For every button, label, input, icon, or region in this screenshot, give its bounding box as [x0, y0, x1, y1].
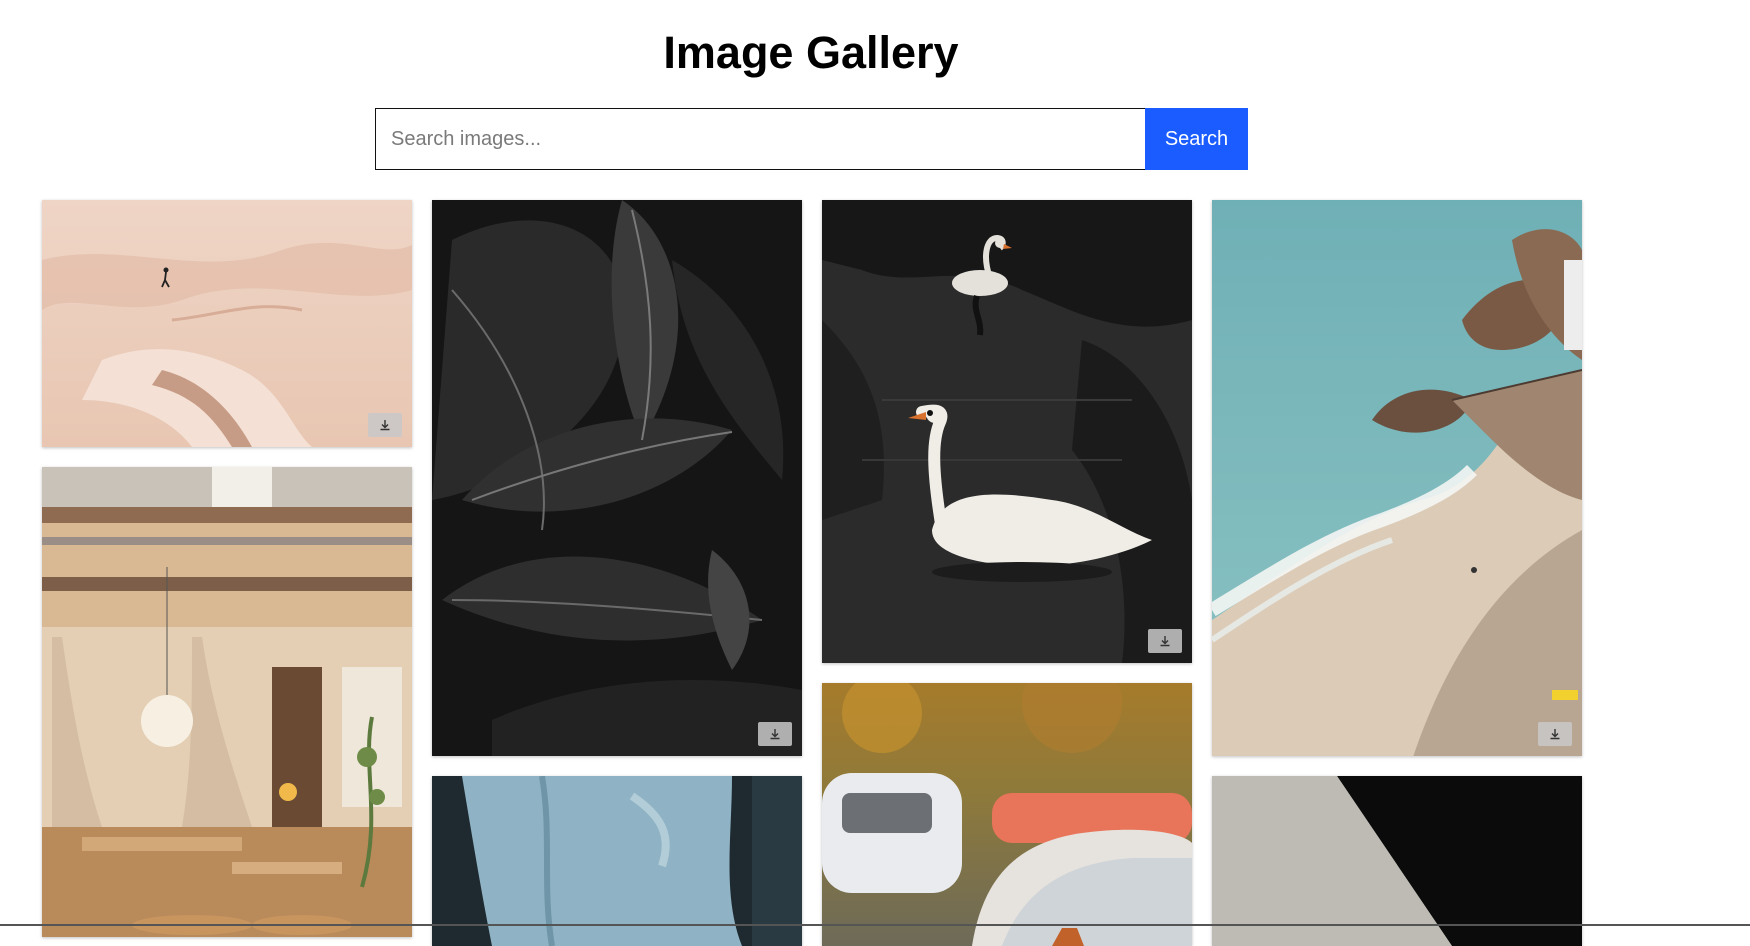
swans-photo: [822, 200, 1192, 663]
page-title: Image Gallery: [663, 27, 959, 78]
gallery-image-abstract[interactable]: [1212, 776, 1582, 946]
download-icon: [1550, 729, 1560, 740]
gallery-image-swans[interactable]: [822, 200, 1192, 663]
fabric-photo: [432, 776, 802, 946]
restaurant-photo: [42, 467, 412, 937]
desert-photo: [42, 200, 412, 447]
download-icon: [770, 729, 780, 740]
abstract-photo: [1212, 776, 1582, 946]
gallery-image-desert[interactable]: [42, 200, 412, 447]
gallery-image-beach[interactable]: [1212, 200, 1582, 756]
gallery-image-cars[interactable]: [822, 683, 1192, 946]
download-icon: [380, 420, 390, 431]
leaves-photo: [432, 200, 802, 756]
beach-photo: [1212, 200, 1582, 756]
download-button[interactable]: [368, 413, 402, 437]
download-button[interactable]: [758, 722, 792, 746]
download-button[interactable]: [1538, 722, 1572, 746]
gallery-image-fabric[interactable]: [432, 776, 802, 946]
search-bar: Search: [375, 108, 1248, 170]
download-button[interactable]: [1148, 629, 1182, 653]
gallery-image-restaurant[interactable]: [42, 467, 412, 937]
cars-photo: [822, 683, 1192, 946]
search-input[interactable]: [375, 108, 1145, 170]
download-icon: [1160, 636, 1170, 647]
gallery-image-leaves[interactable]: [432, 200, 802, 756]
search-button[interactable]: Search: [1145, 108, 1248, 170]
